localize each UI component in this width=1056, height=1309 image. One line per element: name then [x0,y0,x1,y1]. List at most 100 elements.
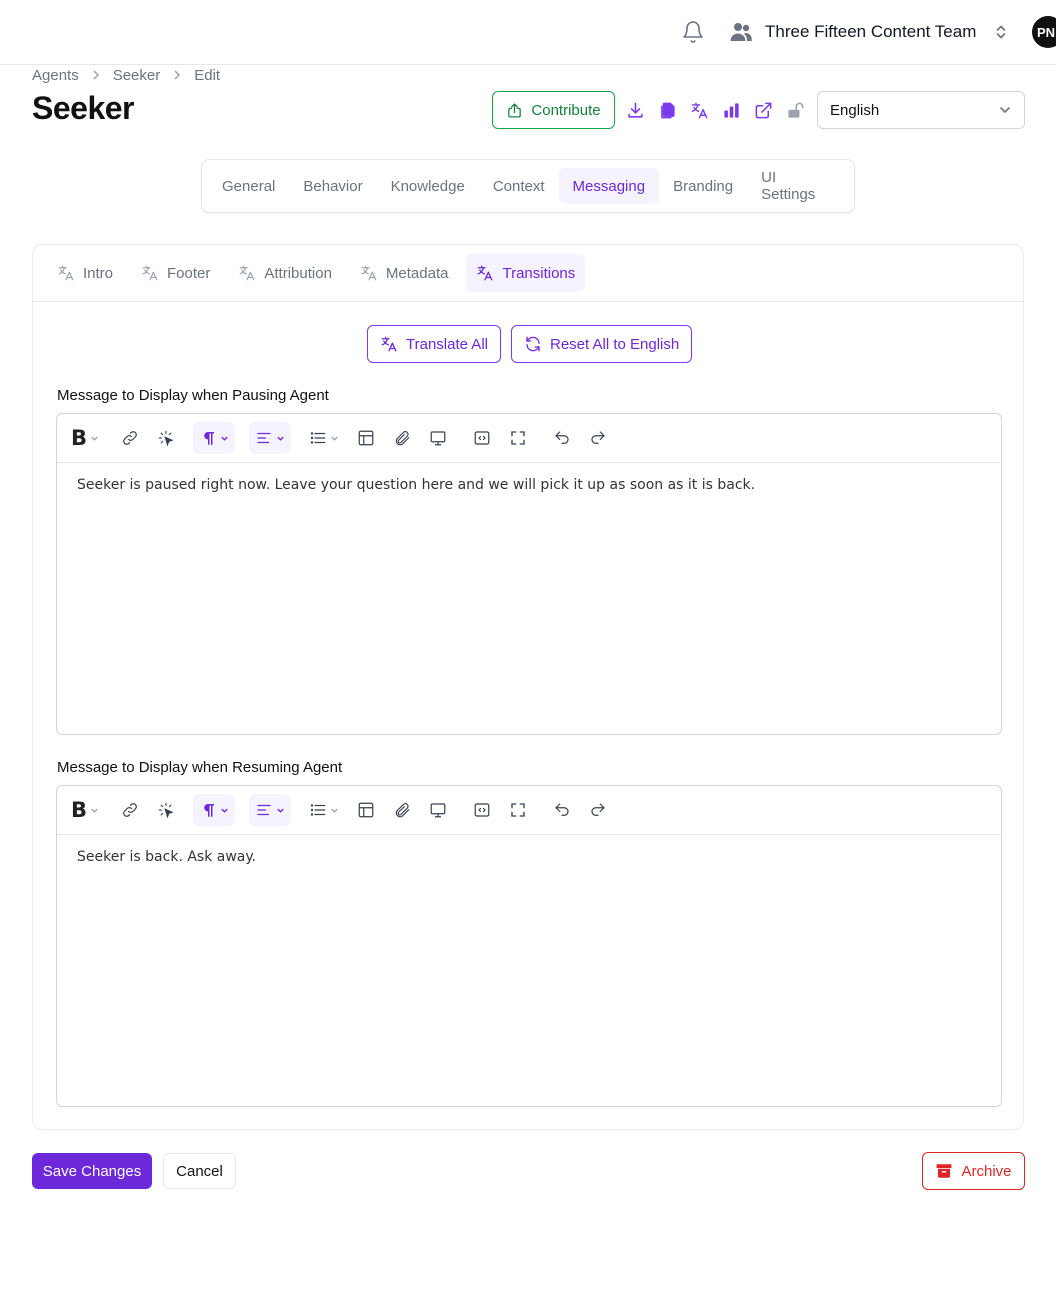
copy-icon[interactable] [651,94,683,126]
contribute-button[interactable]: Contribute [492,91,615,129]
subtab-transitions[interactable]: Transitions [466,254,586,292]
align-button[interactable] [249,422,292,454]
refresh-icon [524,335,542,353]
translate-icon [380,335,398,353]
monitor-icon [429,801,447,819]
link-icon [121,801,139,819]
link-icon [121,429,139,447]
link-button[interactable] [121,794,139,826]
attachment-button[interactable] [393,794,411,826]
tab-messaging[interactable]: Messaging [558,168,660,204]
attachment-button[interactable] [393,422,411,454]
paperclip-icon [393,429,411,447]
translate-icon [57,264,75,282]
code-view-button[interactable] [473,794,491,826]
subtab-label: Transitions [502,264,576,282]
cursor-click-button[interactable] [157,422,175,454]
cursor-click-button[interactable] [157,794,175,826]
redo-button[interactable] [589,422,607,454]
align-button[interactable] [249,794,292,826]
tab-context[interactable]: Context [479,168,559,204]
caret-icon [277,436,284,441]
resuming-message-content[interactable]: Seeker is back. Ask away. [57,835,1001,879]
undo-icon [553,801,571,819]
list-button[interactable] [309,794,339,826]
code-icon [473,429,491,447]
undo-button[interactable] [553,422,571,454]
bold-icon: B [71,426,88,450]
caret-icon [221,808,228,813]
preview-button[interactable] [429,794,447,826]
subtab-attribution[interactable]: Attribution [228,254,342,292]
subtab-footer[interactable]: Footer [131,254,220,292]
cancel-button[interactable]: Cancel [163,1153,236,1189]
subtab-label: Attribution [264,264,332,282]
reset-all-label: Reset All to English [549,335,680,353]
subtab-metadata[interactable]: Metadata [350,254,459,292]
unlock-icon[interactable] [779,94,811,126]
bell-icon[interactable] [681,20,705,44]
tab-ui-settings[interactable]: UI Settings [747,168,848,204]
monitor-icon [429,429,447,447]
redo-button[interactable] [589,794,607,826]
translate-icon[interactable] [683,94,715,126]
bold-icon: B [71,798,88,822]
messaging-panel: Intro Footer Attribution Metadata Transi… [32,244,1024,1130]
translate-all-label: Translate All [406,335,488,353]
team-switcher[interactable]: Three Fifteen Content Team [729,18,1008,46]
preview-button[interactable] [429,422,447,454]
external-link-icon[interactable] [747,94,779,126]
subtab-label: Metadata [385,264,449,282]
redo-icon [589,801,607,819]
align-left-icon [255,801,273,819]
tab-behavior[interactable]: Behavior [289,168,376,204]
bold-button[interactable]: B [71,794,99,826]
paragraph-icon [199,801,217,819]
undo-button[interactable] [553,794,571,826]
link-button[interactable] [121,422,139,454]
reset-all-button[interactable]: Reset All to English [510,325,693,363]
paragraph-button[interactable] [193,794,236,826]
tab-knowledge[interactable]: Knowledge [377,168,479,204]
subtab-label: Footer [167,264,211,282]
paperclip-icon [393,801,411,819]
fullscreen-icon [509,429,527,447]
translate-icon [238,264,256,282]
tab-general[interactable]: General [208,168,289,204]
users-icon [729,20,753,44]
breadcrumb-agents[interactable]: Agents [32,67,79,84]
chevron-up-down-icon [994,24,1008,40]
table-button[interactable] [357,794,375,826]
subtab-intro[interactable]: Intro [47,254,123,292]
code-view-button[interactable] [473,422,491,454]
archive-button[interactable]: Archive [922,1152,1025,1190]
share-upload-icon [506,102,523,119]
contribute-label: Contribute [531,101,601,119]
chart-bar-icon[interactable] [715,94,747,126]
list-icon [309,429,327,447]
undo-icon [553,429,571,447]
avatar[interactable]: PN [1032,16,1056,48]
chevron-down-icon [998,103,1012,117]
pausing-message-content[interactable]: Seeker is paused right now. Leave your q… [57,463,1001,507]
tab-branding[interactable]: Branding [659,168,747,204]
download-icon[interactable] [619,94,651,126]
translate-icon [360,264,378,282]
table-button[interactable] [357,422,375,454]
fullscreen-button[interactable] [509,794,527,826]
language-value: English [830,101,880,119]
breadcrumb: Agents Seeker Edit [32,65,220,85]
list-button[interactable] [309,422,339,454]
language-select[interactable]: English [817,91,1025,129]
bold-button[interactable]: B [71,422,99,454]
save-changes-button[interactable]: Save Changes [32,1153,152,1189]
caret-icon [91,808,98,813]
breadcrumb-seeker[interactable]: Seeker [113,67,161,84]
code-icon [473,801,491,819]
subtab-label: Intro [83,264,114,282]
fullscreen-button[interactable] [509,422,527,454]
table-icon [357,429,375,447]
chevron-right-icon [170,68,184,82]
translate-all-button[interactable]: Translate All [367,325,501,363]
paragraph-button[interactable] [193,422,236,454]
